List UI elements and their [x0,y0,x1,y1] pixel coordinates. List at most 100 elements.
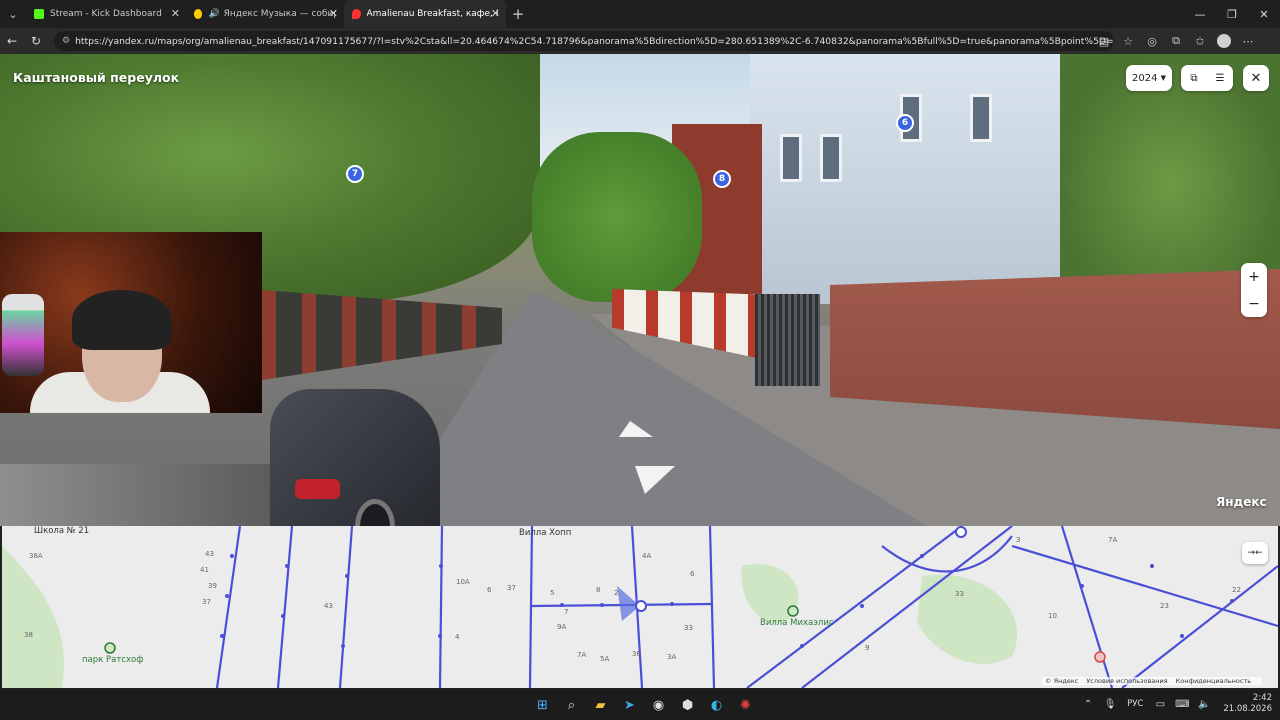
windows-taskbar: ⊞ ⌕ ▰ ➤ ◉ ⬢ ◐ ✺ ⌃ 🎙 РУС ▭ ⌨ 🔈 2:42 21.08… [0,690,1280,720]
panorama-car [0,464,300,526]
mic-icon[interactable]: 🎙 [1099,699,1121,710]
zoom-control: + − [1241,263,1267,317]
house-number: 39 [208,582,217,590]
street-name: Каштановый переулок [13,70,180,85]
volume-icon[interactable]: 🔈 [1193,699,1215,710]
house-number: 7 [564,608,569,616]
house-number: 3 [1016,536,1021,544]
house-number: 5 [550,589,555,597]
explorer-icon[interactable]: ▰ [586,694,615,716]
panorama-house [750,54,1070,304]
favorites-icon[interactable]: ✩ [1188,31,1212,51]
map-label-school[interactable]: Школа № 21 [34,526,89,536]
edge-icon[interactable]: ◐ [702,694,731,716]
close-tab-icon[interactable]: ✕ [329,7,338,20]
house-number: 36 [632,650,641,658]
browser-tabbar: ⌄ Stream - Kick Dashboard ✕ 🔊 Яндекс Муз… [0,0,1280,28]
tab-menu-icon[interactable]: ⌄ [0,0,26,28]
address-bar: ← ↻ ⚙ https://yandex.ru/maps/org/amalien… [0,28,1280,54]
panorama-marker[interactable]: 7 [346,165,364,183]
house-number: 2 [614,589,619,597]
move-forward-arrow[interactable] [613,421,653,437]
new-tab-icon[interactable]: + [506,0,530,28]
toolbar-icons: ▤ ☆ ◎ ⧉ ✩ ⋯ [1092,31,1260,51]
house-number: 43 [205,550,214,558]
app-icon[interactable]: ✺ [731,694,760,716]
search-icon[interactable]: ⌕ [557,694,586,716]
map-copyright: © Яндекс Условия использования Конфиденциа… [1042,677,1263,685]
house-number: 37 [507,584,516,592]
tab-yandex-music[interactable]: 🔊 Яндекс Музыка — собираем ✕ [186,0,344,28]
house-number: 9А [557,623,567,631]
map-pin-icon [352,9,361,19]
yandex-music-icon [194,9,203,19]
network-icon[interactable]: ⌨ [1171,699,1193,710]
panorama-marker[interactable]: 6 [896,114,914,132]
close-tab-icon[interactable]: ✕ [491,7,500,20]
display-icon[interactable]: ▭ [1149,699,1171,710]
house-number: 8 [596,586,601,594]
mini-map[interactable]: Школа № 21 Вилла Хопп Вилла Михаэлис пар… [2,526,1278,688]
house-number: 5А [600,655,610,663]
year-selector[interactable]: 2024 ▼ [1126,65,1172,91]
caret-down-icon: ▼ [1160,74,1167,82]
system-tray: ⌃ 🎙 РУС ▭ ⌨ 🔈 2:42 21.08.2026 [1077,693,1272,715]
expand-icon: →← [1247,548,1263,558]
house-number: 33 [684,624,693,632]
map-expand-button[interactable]: →← [1242,542,1268,564]
close-window-icon[interactable]: ✕ [1248,0,1280,28]
map-label-park[interactable]: парк Ратсхоф [82,655,143,665]
house-number: 41 [200,566,209,574]
copilot-icon[interactable]: ◎ [1140,31,1164,51]
panorama-gate [755,294,820,386]
reading-mode-icon[interactable]: ▤ [1092,31,1116,51]
more-menu-icon[interactable]: ⋯ [1236,31,1260,51]
url-field[interactable]: ⚙ https://yandex.ru/maps/org/amalienau_b… [54,31,1114,51]
house-number: 23 [1160,602,1169,610]
house-number: 6 [487,586,492,594]
panorama-marker[interactable]: 8 [713,170,731,188]
house-number: 3А [667,653,677,661]
steam-icon[interactable]: ◉ [644,694,673,716]
telegram-icon[interactable]: ➤ [615,694,644,716]
window-controls: — ❐ ✕ [1184,0,1280,28]
back-icon[interactable]: ← [0,28,24,54]
extensions-icon[interactable]: ⧉ [1164,31,1188,51]
panorama-tree [532,132,702,302]
map-label-villa-hopp[interactable]: Вилла Хопп [519,528,571,538]
house-number: 9 [865,644,870,652]
menu-icon[interactable]: ☰ [1207,73,1233,84]
close-panorama-button[interactable]: ✕ [1243,65,1269,91]
house-number: 37 [202,598,211,606]
house-number: 33 [955,590,964,598]
zoom-in-icon[interactable]: + [1248,269,1260,285]
minimize-icon[interactable]: — [1184,0,1216,28]
site-info-icon[interactable]: ⚙ [62,36,70,46]
clock[interactable]: 2:42 21.08.2026 [1223,693,1272,715]
bookmark-star-icon[interactable]: ☆ [1116,31,1140,51]
house-number: 4 [455,633,460,641]
profile-avatar[interactable] [1217,34,1231,48]
obs-icon[interactable]: ⬢ [673,694,702,716]
house-number: 4А [642,552,652,560]
kick-icon [34,9,44,19]
close-icon: ✕ [1250,70,1262,86]
close-tab-icon[interactable]: ✕ [171,7,180,20]
tab-kick[interactable]: Stream - Kick Dashboard ✕ [26,0,186,28]
zoom-out-icon[interactable]: − [1248,296,1260,312]
map-label-villa-mihaelis[interactable]: Вилла Михаэлис [760,618,834,628]
map-canvas [2,526,1278,688]
language-indicator[interactable]: РУС [1127,699,1143,709]
house-number: 38 [24,631,33,639]
start-icon[interactable]: ⊞ [528,694,557,716]
house-number: 10 [1048,612,1057,620]
reload-icon[interactable]: ↻ [24,28,48,54]
taskbar-apps: ⊞ ⌕ ▰ ➤ ◉ ⬢ ◐ ✺ [528,694,760,716]
lamp [2,294,44,376]
restore-icon[interactable]: ❐ [1216,0,1248,28]
panorama-actions: ⧉ ☰ [1181,65,1233,91]
tab-amalienau[interactable]: Amalienau Breakfast, кафе, Кашт ✕ [344,0,506,28]
tray-chevron-icon[interactable]: ⌃ [1077,699,1099,710]
speaker-icon: 🔊 [208,9,220,19]
open-external-icon[interactable]: ⧉ [1181,73,1207,84]
